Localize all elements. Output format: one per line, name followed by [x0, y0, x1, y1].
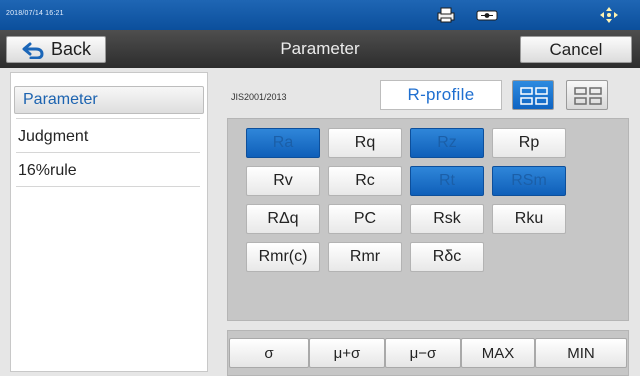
- list-view-icon: [574, 87, 602, 105]
- param-button[interactable]: PC: [328, 204, 402, 234]
- profile-selector[interactable]: R-profile: [380, 80, 502, 110]
- sidebar-divider: [16, 152, 200, 153]
- usb-icon: [476, 10, 498, 21]
- list-view-button[interactable]: [566, 80, 608, 110]
- param-button[interactable]: RSm: [492, 166, 566, 196]
- param-button[interactable]: Ra: [246, 128, 320, 158]
- stat-sigma-button[interactable]: σ: [229, 338, 309, 368]
- stat-mu-plus-sigma-button[interactable]: μ+σ: [309, 338, 385, 368]
- app-window: 2018/07/14 16:21 Back Parameter Cancel P…: [0, 0, 640, 376]
- sidebar-item-judgment[interactable]: Judgment: [18, 128, 188, 146]
- back-arrow-icon: [22, 42, 44, 59]
- param-button[interactable]: Rsk: [410, 204, 484, 234]
- param-button[interactable]: Rδc: [410, 242, 484, 272]
- param-button[interactable]: RΔq: [246, 204, 320, 234]
- param-button[interactable]: Rq: [328, 128, 402, 158]
- grid-view-icon: [520, 87, 548, 105]
- back-button[interactable]: Back: [6, 36, 106, 63]
- back-button-label: Back: [50, 39, 92, 59]
- sidebar-divider: [16, 186, 200, 187]
- param-button[interactable]: Rmr: [328, 242, 402, 272]
- standard-label: JIS2001/2013: [231, 92, 287, 102]
- sidebar: [10, 72, 208, 372]
- param-button[interactable]: Rt: [410, 166, 484, 196]
- param-button[interactable]: Rku: [492, 204, 566, 234]
- sidebar-item-parameter[interactable]: Parameter: [14, 86, 204, 114]
- page-title: Parameter: [280, 39, 360, 58]
- stat-min-button[interactable]: MIN: [535, 338, 627, 368]
- param-button[interactable]: Rp: [492, 128, 566, 158]
- printer-icon: [437, 7, 455, 23]
- param-button[interactable]: Rmr(c): [246, 242, 320, 272]
- param-button[interactable]: Rv: [246, 166, 320, 196]
- param-button[interactable]: Rc: [328, 166, 402, 196]
- move-icon: [600, 7, 618, 23]
- stat-max-button[interactable]: MAX: [461, 338, 535, 368]
- status-datetime: 2018/07/14 16:21: [6, 10, 64, 17]
- stat-mu-minus-sigma-button[interactable]: μ−σ: [385, 338, 461, 368]
- cancel-button[interactable]: Cancel: [520, 36, 632, 63]
- sidebar-divider: [16, 118, 200, 119]
- sidebar-item-16rule[interactable]: 16%rule: [18, 162, 188, 180]
- param-button[interactable]: Rz: [410, 128, 484, 158]
- status-bar: 2018/07/14 16:21: [0, 0, 640, 30]
- grid-view-button[interactable]: [512, 80, 554, 110]
